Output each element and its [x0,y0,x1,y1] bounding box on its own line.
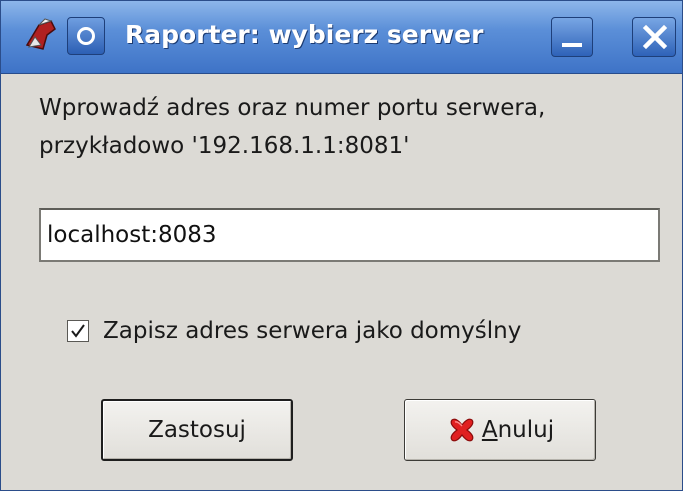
apply-button[interactable]: Zastosuj [101,399,293,461]
instruction-line-2: przykładowo '192.168.1.1:8081' [39,133,410,159]
cancel-button-label: Anuluj [481,417,555,443]
dialog-window: Raporter: wybierz serwer Wprowadź adres … [0,0,683,491]
minimize-button[interactable] [551,17,593,57]
save-default-label: Zapisz adres serwera jako domyślny [103,318,522,344]
checkmark-icon [71,324,85,338]
close-icon [642,24,668,50]
instruction-text: Wprowadź adres oraz numer portu serwera,… [39,89,669,165]
window-menu-icon[interactable] [67,17,105,55]
close-button[interactable] [632,17,676,57]
save-default-checkbox[interactable] [67,320,89,342]
save-default-option[interactable]: Zapisz adres serwera jako domyślny [67,313,521,349]
server-address-input[interactable] [39,208,660,262]
minimize-icon [562,43,582,47]
title-bar[interactable]: Raporter: wybierz serwer [1,1,682,74]
cancel-button[interactable]: Anuluj [404,399,596,461]
window-title: Raporter: wybierz serwer [125,20,484,49]
instruction-line-1: Wprowadź adres oraz numer portu serwera, [39,95,546,121]
app-logo-icon[interactable] [21,15,61,55]
cancel-x-icon [450,418,474,442]
apply-button-label: Zastosuj [148,417,246,443]
